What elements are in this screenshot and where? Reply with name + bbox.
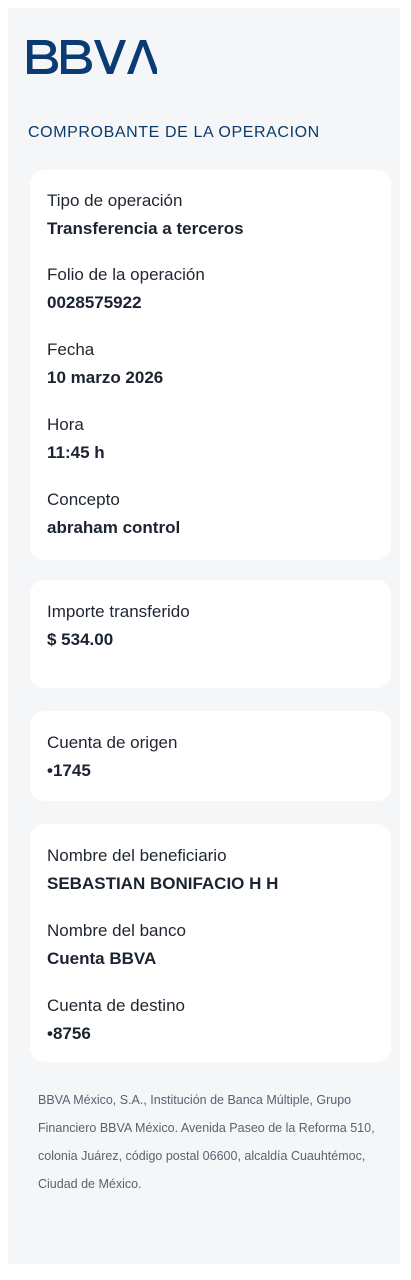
field-value: $ 534.00	[47, 630, 114, 649]
field-label: Fecha	[47, 340, 95, 359]
concept-field: Concepto abraham control	[47, 490, 377, 538]
field-value: 10 marzo 2026	[47, 368, 164, 387]
operation-details-card: Tipo de operación Transferencia a tercer…	[30, 170, 391, 560]
field-value: Transferencia a terceros	[47, 219, 244, 238]
destination-account-field: Cuenta de destino •8756	[47, 996, 377, 1044]
field-label: Importe transferido	[47, 602, 190, 621]
amount-card: Importe transferido $ 534.00	[30, 580, 391, 688]
origin-account-card: Cuenta de origen •1745	[30, 711, 391, 801]
time-field: Hora 11:45 h	[47, 415, 377, 463]
origin-account-field: Cuenta de origen •1745	[47, 733, 377, 781]
bank-name-field: Nombre del banco Cuenta BBVA	[47, 921, 377, 969]
field-value: 0028575922	[47, 293, 142, 312]
field-label: Cuenta de origen	[47, 733, 178, 752]
field-value: •8756	[47, 1024, 91, 1043]
beneficiary-name-field: Nombre del beneficiario SEBASTIAN BONIFA…	[47, 846, 377, 894]
field-value: •1745	[47, 761, 91, 780]
operation-type-field: Tipo de operación Transferencia a tercer…	[47, 191, 377, 239]
field-label: Tipo de operación	[47, 191, 183, 210]
field-value: SEBASTIAN BONIFACIO H H	[47, 874, 279, 893]
field-value: abraham control	[47, 518, 181, 537]
field-label: Folio de la operación	[47, 265, 205, 284]
field-value: Cuenta BBVA	[47, 949, 157, 968]
field-label: Cuenta de destino	[47, 996, 185, 1015]
beneficiary-card: Nombre del beneficiario SEBASTIAN BONIFA…	[30, 824, 391, 1062]
field-label: Nombre del banco	[47, 921, 186, 940]
page-title: COMPROBANTE DE LA OPERACION	[28, 124, 320, 141]
field-label: Concepto	[47, 490, 120, 509]
folio-field: Folio de la operación 0028575922	[47, 265, 377, 313]
field-label: Hora	[47, 415, 84, 434]
field-label: Nombre del beneficiario	[47, 846, 227, 865]
date-field: Fecha 10 marzo 2026	[47, 340, 377, 388]
field-value: 11:45 h	[47, 443, 105, 462]
amount-field: Importe transferido $ 534.00	[47, 602, 377, 650]
legal-disclaimer: BBVA México, S.A., Institución de Banca …	[38, 1093, 375, 1191]
bbva-logo	[27, 40, 157, 74]
